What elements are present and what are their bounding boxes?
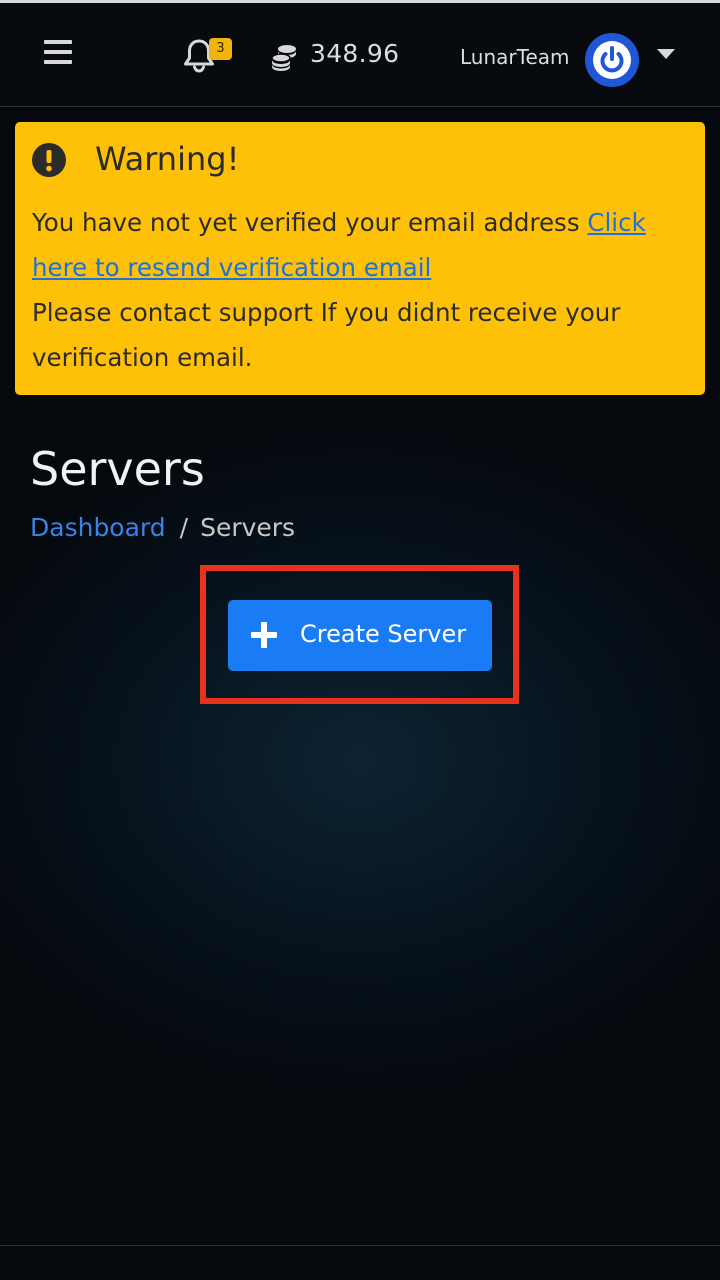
- breadcrumb: Dashboard / Servers: [30, 513, 295, 542]
- footer-divider: [0, 1245, 720, 1246]
- alert-body: You have not yet verified your email add…: [32, 200, 692, 380]
- plus-icon: [251, 622, 277, 648]
- alert-message: You have not yet verified your email add…: [32, 208, 580, 237]
- email-verification-alert: Warning! You have not yet verified your …: [15, 122, 705, 395]
- page-title: Servers: [30, 442, 205, 496]
- caret-down-icon[interactable]: [657, 49, 675, 59]
- hamburger-menu-icon[interactable]: [44, 40, 72, 64]
- alert-title: Warning!: [95, 140, 240, 178]
- breadcrumb-separator: /: [179, 513, 189, 542]
- power-icon[interactable]: [585, 33, 639, 87]
- breadcrumb-current: Servers: [200, 513, 296, 542]
- create-server-button[interactable]: Create Server: [228, 600, 492, 671]
- navbar: 3 348.96 LunarTeam: [0, 3, 720, 107]
- balance-amount: 348.96: [310, 39, 400, 68]
- exclamation-circle-icon: [32, 143, 66, 177]
- breadcrumb-dashboard-link[interactable]: Dashboard: [30, 513, 166, 542]
- create-server-label: Create Server: [300, 620, 467, 648]
- coins-icon: [271, 45, 296, 71]
- notification-count-badge: 3: [209, 38, 232, 60]
- alert-support-text: Please contact support If you didnt rece…: [32, 298, 621, 372]
- username[interactable]: LunarTeam: [460, 45, 569, 69]
